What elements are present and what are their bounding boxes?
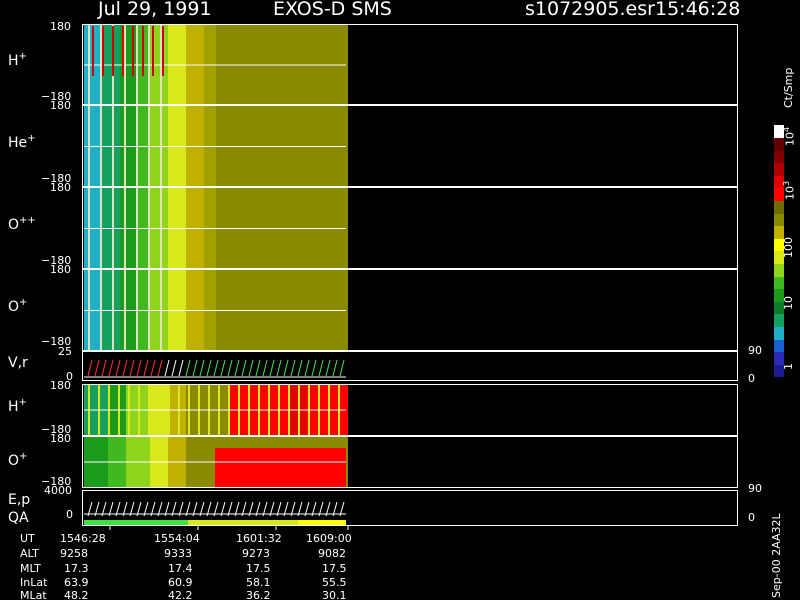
version-stamp: Sep-00 2AA32L [770, 513, 783, 598]
footer-cell: 1601:32 [236, 532, 282, 545]
ytick-max: 25 [58, 345, 72, 358]
colorbar-step [774, 339, 784, 353]
colorbar-tick: 104 [782, 126, 797, 146]
footer-row-name: MLT [20, 562, 41, 575]
rtick-max: 90 [748, 482, 762, 495]
label-o-plus-2: O+ [8, 451, 28, 469]
footer-row-name: MLat [20, 589, 47, 600]
colorbar-tick: 1 [782, 363, 795, 370]
panel-h-plus-2 [82, 384, 738, 436]
ytick-max: 180 [50, 99, 71, 112]
footer-cell: 58.1 [246, 576, 271, 589]
panel-h-plus-1 [82, 24, 738, 105]
footer-row-name: UT [20, 532, 35, 545]
label-o-plus-plus: O++ [8, 215, 36, 233]
ytick-max: 180 [50, 181, 71, 194]
panel-o-plus-1 [82, 269, 738, 351]
colorbar-tick: 103 [782, 180, 797, 200]
rtick-min: 0 [748, 372, 755, 385]
ytick-max: 180 [50, 20, 71, 33]
panel-e-p [82, 490, 738, 526]
colorbar-step [774, 314, 784, 327]
label-h-plus-2: H+ [8, 397, 27, 415]
panel-o-plus-plus [82, 187, 738, 269]
label-h-plus-1: H+ [8, 51, 27, 69]
colorbar-tick: 10 [782, 296, 795, 310]
label-qa: QA [8, 510, 29, 526]
label-he-plus: He+ [8, 133, 36, 151]
footer-cell: 60.9 [168, 576, 193, 589]
label-e-p: E,p [8, 492, 31, 508]
panel-he-plus [82, 105, 738, 187]
footer-cell: 9333 [164, 547, 192, 560]
ytick-max: 180 [50, 432, 71, 445]
label-o-plus-1: O+ [8, 297, 28, 315]
footer-cell: 42.2 [168, 589, 193, 600]
colorbar-step [774, 326, 784, 340]
footer-cell: 30.1 [322, 589, 347, 600]
colorbar-step [774, 213, 784, 227]
colorbar-step [774, 200, 784, 214]
footer-cell: 1546:28 [60, 532, 106, 545]
colorbar-step [774, 276, 784, 290]
footer-cell: 36.2 [246, 589, 271, 600]
colorbar-tick: 100 [782, 237, 795, 258]
footer-cell: 9258 [60, 547, 88, 560]
rtick-min: 0 [748, 511, 755, 524]
footer-cell: 63.9 [64, 576, 89, 589]
rtick-max: 90 [748, 344, 762, 357]
footer-cell: 17.5 [322, 562, 347, 575]
ytick-max: 180 [50, 263, 71, 276]
ytick-min: 0 [66, 508, 73, 521]
colorbar-step [774, 162, 784, 176]
footer-cell: 55.5 [322, 576, 347, 589]
footer-cell: 17.5 [246, 562, 271, 575]
colorbar-step [774, 150, 784, 164]
ytick-max: 4000 [44, 484, 72, 497]
footer-cell: 1554:04 [154, 532, 200, 545]
footer-cell: 17.4 [168, 562, 193, 575]
colorbar-unit: Ct/Smp [782, 67, 795, 108]
label-v-r: V,r [8, 355, 28, 371]
sms-plot-window: { "header": { "date": "Jul 29, 1991", "i… [0, 0, 800, 600]
footer-cell: 48.2 [64, 589, 89, 600]
ytick-max: 180 [50, 379, 71, 392]
footer-cell: 1609:00 [306, 532, 352, 545]
footer-cell: 9273 [242, 547, 270, 560]
colorbar-step [774, 263, 784, 277]
panel-v-r [82, 351, 738, 381]
footer-cell: 17.3 [64, 562, 89, 575]
footer-row-name: ALT [20, 547, 39, 560]
panel-o-plus-2 [82, 436, 738, 488]
footer-cell: 9082 [318, 547, 346, 560]
footer-row-name: InLat [20, 576, 48, 589]
